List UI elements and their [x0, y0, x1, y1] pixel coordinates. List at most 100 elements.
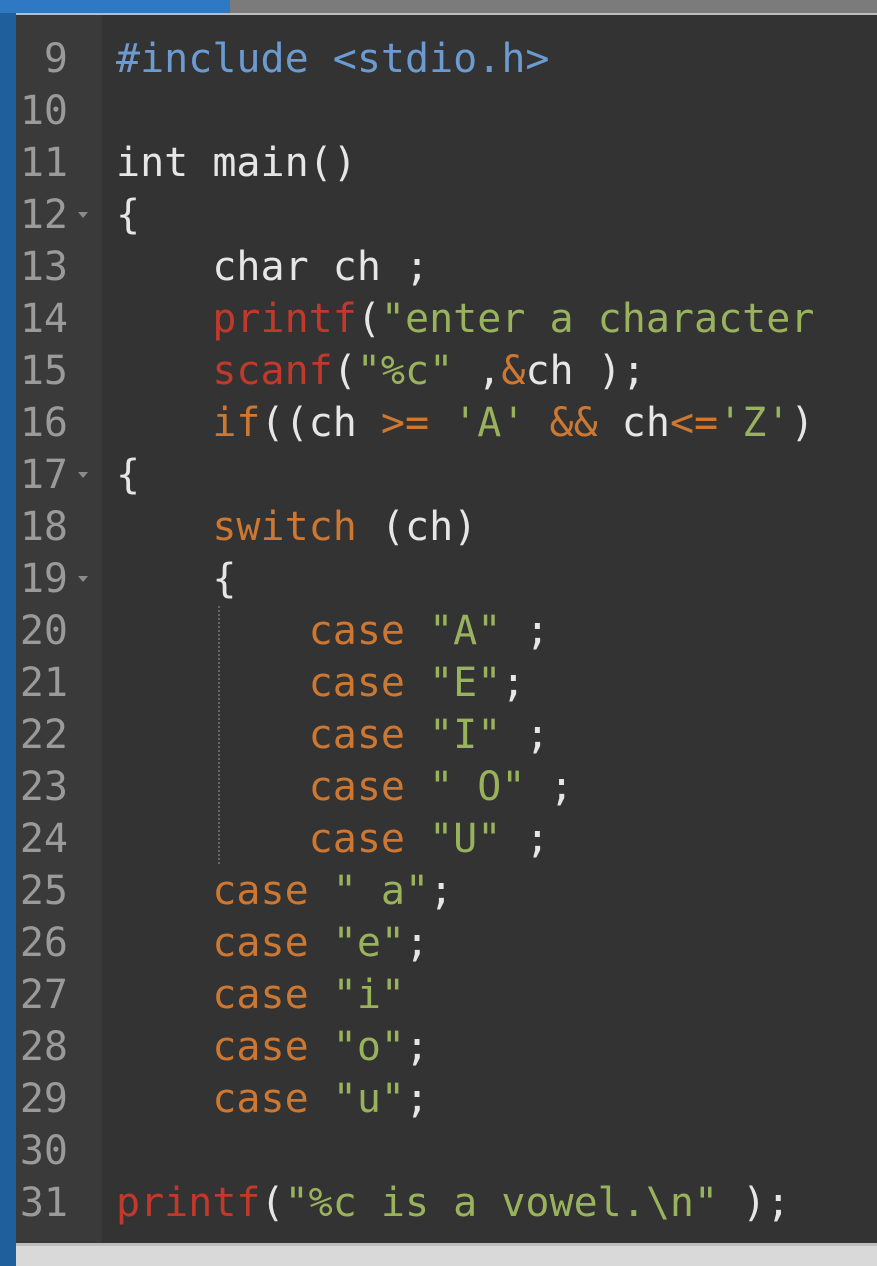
code-line[interactable]: case " O" ;: [116, 761, 574, 813]
code-token: (: [332, 348, 357, 394]
code-token: ;: [501, 816, 550, 862]
code-line[interactable]: case "I" ;: [116, 709, 550, 761]
fold-toggle-icon[interactable]: [78, 472, 88, 478]
code-token: case: [116, 868, 309, 914]
code-token: "E": [429, 660, 502, 706]
code-token: " O": [429, 764, 526, 810]
code-line[interactable]: scanf("%c" ,&ch );: [116, 345, 646, 397]
line-number: 10: [19, 88, 68, 134]
code-token: ;: [405, 1024, 430, 1070]
code-line[interactable]: {: [116, 449, 140, 501]
code-token: ;: [429, 868, 454, 914]
code-token: {: [116, 556, 237, 602]
code-token: &: [501, 348, 526, 394]
code-token: case: [116, 712, 405, 758]
code-line[interactable]: printf("%c is a vowel.\n" );: [116, 1177, 790, 1229]
code-token: case: [116, 1076, 309, 1122]
code-token: "U": [429, 816, 502, 862]
code-token: "o": [332, 1024, 405, 1070]
line-number: 26: [19, 920, 68, 966]
code-token: 'Z': [718, 400, 791, 446]
code-line[interactable]: {: [116, 189, 140, 241]
line-number: 28: [19, 1024, 68, 1070]
code-line[interactable]: case "i": [116, 969, 405, 1021]
line-number: 30: [19, 1128, 68, 1174]
code-token: ;: [525, 764, 574, 810]
line-number: 22: [19, 712, 68, 758]
code-token: case: [116, 1024, 309, 1070]
code-token: (: [260, 1180, 285, 1226]
code-token: case: [116, 764, 405, 810]
code-line[interactable]: case "u";: [116, 1073, 429, 1125]
line-number: 14: [19, 296, 68, 342]
fold-toggle-icon[interactable]: [78, 576, 88, 582]
code-line[interactable]: #include <stdio.h>: [116, 33, 550, 85]
line-number: 17: [19, 452, 68, 498]
line-number: 25: [19, 868, 68, 914]
code-token: char ch ;: [116, 244, 430, 290]
code-token: "%c is a vowel.\n": [284, 1180, 719, 1226]
line-number: 19: [19, 556, 68, 602]
code-token: #include: [116, 36, 333, 82]
line-number: 13: [19, 244, 68, 290]
code-token: case: [116, 920, 309, 966]
code-token: printf: [116, 296, 357, 342]
code-token: int main(): [116, 140, 357, 186]
code-token: ch );: [525, 348, 646, 394]
line-number: 11: [19, 140, 68, 186]
code-token: &&: [549, 400, 598, 446]
horizontal-scrollbar-thumb[interactable]: [16, 1246, 877, 1266]
code-token: {: [116, 192, 141, 238]
line-number: 18: [19, 504, 68, 550]
code-token: <stdio.h>: [332, 36, 550, 82]
line-number: 12: [19, 192, 68, 238]
code-token: if: [116, 400, 261, 446]
code-line[interactable]: case "o";: [116, 1021, 429, 1073]
code-token: "i": [332, 972, 405, 1018]
code-line[interactable]: printf("enter a character: [116, 293, 814, 345]
code-token: ;: [501, 660, 526, 706]
code-line[interactable]: int main(): [116, 137, 357, 189]
code-line[interactable]: case "e";: [116, 917, 429, 969]
code-line[interactable]: case "U" ;: [116, 813, 550, 865]
code-token: printf: [116, 1180, 261, 1226]
code-token: ;: [405, 1076, 430, 1122]
code-token: (: [356, 296, 381, 342]
code-token: ): [790, 400, 815, 446]
code-token: ;: [501, 712, 550, 758]
code-token: 'A': [453, 400, 526, 446]
code-token: ch: [597, 400, 670, 446]
code-line[interactable]: char ch ;: [116, 241, 429, 293]
line-number: 16: [19, 400, 68, 446]
code-token: ;: [501, 608, 550, 654]
code-token: case: [116, 660, 405, 706]
code-token: ,: [453, 348, 502, 394]
background-window-strip: [0, 0, 16, 1266]
code-token: <=: [669, 400, 719, 446]
fold-toggle-icon[interactable]: [78, 212, 88, 218]
code-token: "u": [332, 1076, 405, 1122]
code-token: "I": [429, 712, 502, 758]
code-line[interactable]: switch (ch): [116, 501, 477, 553]
code-line[interactable]: if((ch >= 'A' && ch<='Z'): [116, 397, 814, 449]
line-number: 21: [19, 660, 68, 706]
code-line[interactable]: case "E";: [116, 657, 526, 709]
line-number: 29: [19, 1076, 68, 1122]
code-token: scanf: [116, 348, 333, 394]
line-number: 24: [19, 816, 68, 862]
line-number: 27: [19, 972, 68, 1018]
line-number: 20: [19, 608, 68, 654]
code-token: ;: [405, 920, 430, 966]
line-number: 23: [19, 764, 68, 810]
code-line[interactable]: case " a";: [116, 865, 453, 917]
code-line[interactable]: case "A" ;: [116, 605, 550, 657]
code-line[interactable]: {: [116, 553, 236, 605]
